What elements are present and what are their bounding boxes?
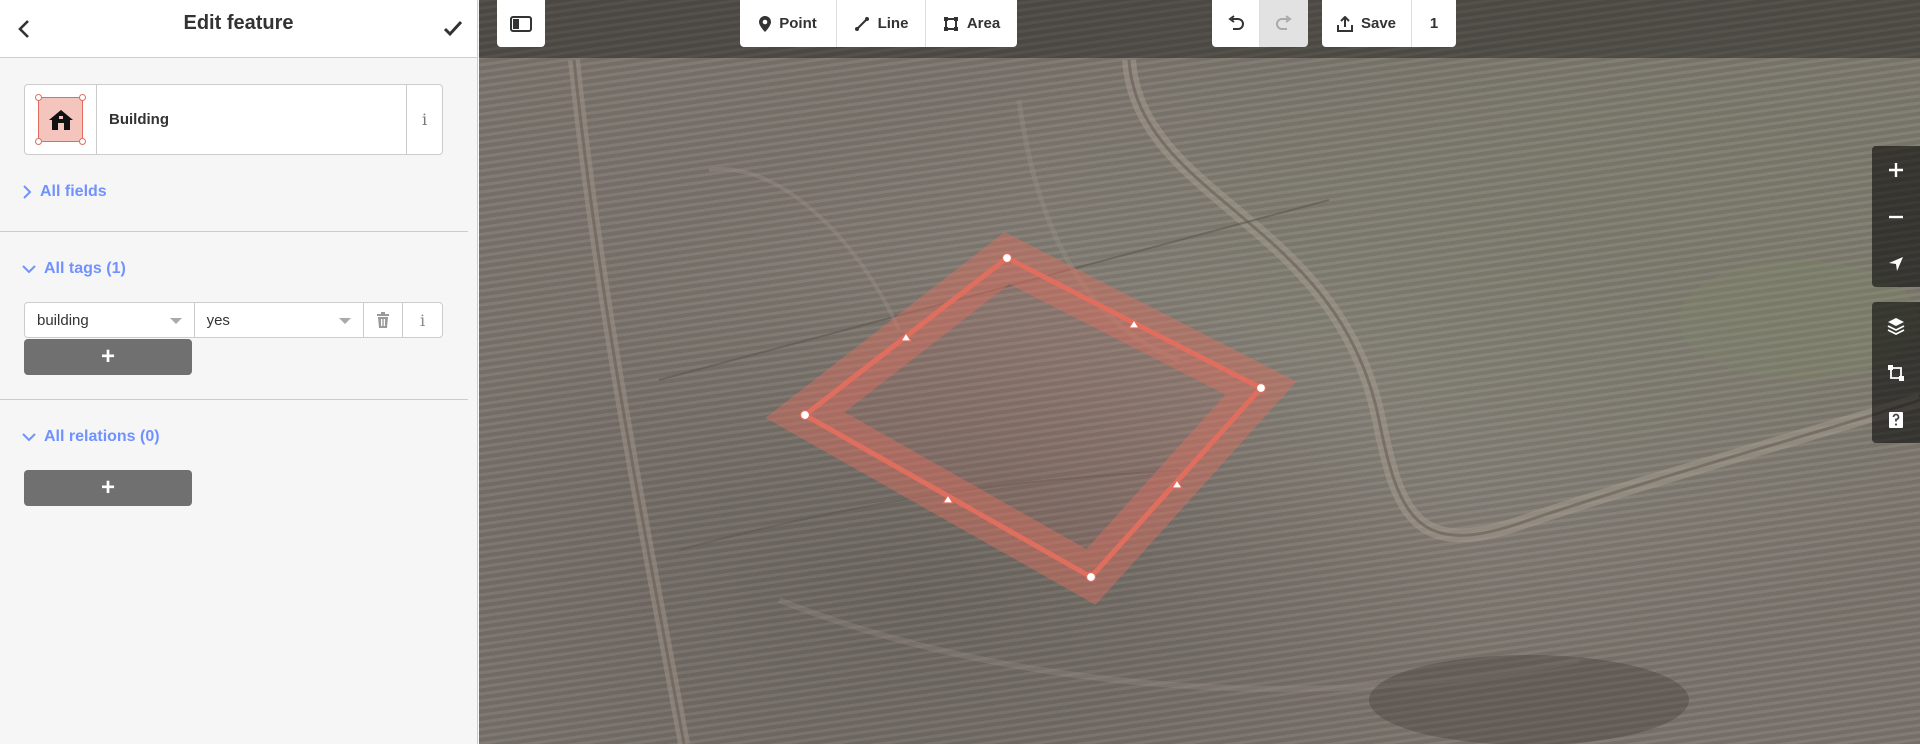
- tag-info-button[interactable]: i: [403, 303, 442, 337]
- zoom-out-button[interactable]: [1872, 193, 1920, 240]
- sidebar-toggle-icon: [510, 15, 532, 32]
- map-view[interactable]: Point Line Area Save 1: [479, 0, 1920, 744]
- preset-info-button[interactable]: i: [406, 85, 442, 154]
- undo-icon: [1227, 14, 1244, 30]
- tag-key-text: building: [37, 311, 89, 329]
- point-label: Point: [779, 15, 817, 32]
- map-data-icon: [1888, 364, 1904, 381]
- help-button[interactable]: [1872, 396, 1920, 443]
- chevron-down-icon: [22, 265, 36, 274]
- all-tags-toggle[interactable]: All tags (1): [22, 260, 126, 278]
- chevron-down-icon: [22, 433, 36, 442]
- add-relation-button[interactable]: +: [24, 470, 192, 506]
- add-tag-button[interactable]: +: [24, 339, 192, 375]
- location-arrow-icon: [1889, 256, 1903, 271]
- save-group: Save 1: [1322, 0, 1456, 47]
- map-data-button[interactable]: [1872, 349, 1920, 396]
- sidebar-header: Edit feature: [0, 0, 477, 58]
- help-icon: [1889, 411, 1903, 428]
- sidebar: Edit feature Building i All fields All t…: [0, 0, 478, 744]
- all-fields-toggle[interactable]: All fields: [22, 183, 107, 201]
- tag-value-text: yes: [206, 311, 230, 329]
- divider: [0, 231, 468, 232]
- add-feature-group: Point Line Area: [740, 0, 1017, 47]
- sidebar-toggle-button[interactable]: [497, 0, 545, 47]
- all-relations-toggle[interactable]: All relations (0): [22, 428, 160, 446]
- info-icon: i: [419, 310, 426, 330]
- done-button[interactable]: [429, 0, 477, 58]
- save-button[interactable]: Save: [1322, 0, 1412, 47]
- tag-row: building yes i: [24, 302, 443, 338]
- building-icon: [35, 94, 86, 145]
- dropdown-caret-icon: [339, 318, 352, 324]
- plus-icon: [1889, 162, 1903, 177]
- all-tags-label: All tags (1): [44, 260, 126, 277]
- zoom-in-button[interactable]: [1872, 146, 1920, 193]
- preset-name: Building: [109, 111, 169, 128]
- history-group: [1212, 0, 1308, 47]
- save-label: Save: [1360, 15, 1397, 32]
- line-icon: [854, 16, 869, 31]
- page-title: Edit feature: [183, 12, 294, 34]
- dropdown-caret-icon: [169, 318, 182, 324]
- divider: [0, 399, 468, 400]
- area-label: Area: [966, 15, 1001, 32]
- area-icon: [943, 16, 958, 31]
- trash-icon: [377, 312, 390, 328]
- preset-selector[interactable]: Building i: [24, 84, 443, 155]
- geolocate-button[interactable]: [1872, 240, 1920, 287]
- map-imagery: [568, 59, 1920, 744]
- upload-icon: [1336, 15, 1353, 32]
- layers-icon: [1887, 317, 1905, 335]
- add-area-button[interactable]: Area: [926, 0, 1017, 47]
- background-layers-button[interactable]: [1872, 302, 1920, 349]
- add-point-button[interactable]: Point: [740, 0, 837, 47]
- minus-icon: [1889, 215, 1903, 218]
- redo-icon: [1276, 14, 1292, 30]
- map-controls-zoom: [1872, 146, 1920, 287]
- all-relations-label: All relations (0): [44, 428, 160, 445]
- delete-tag-button[interactable]: [364, 303, 404, 337]
- check-icon: [443, 20, 463, 37]
- tag-key-field[interactable]: building: [25, 303, 195, 337]
- map-pin-icon: [759, 15, 772, 32]
- all-fields-label: All fields: [40, 183, 107, 200]
- edit-count-badge: 1: [1412, 0, 1456, 47]
- add-line-button[interactable]: Line: [837, 0, 926, 47]
- map-controls-panels: [1872, 302, 1920, 443]
- redo-button[interactable]: [1260, 0, 1308, 47]
- chevron-right-icon: [23, 185, 32, 199]
- undo-button[interactable]: [1212, 0, 1260, 47]
- top-toolbar: [479, 0, 1920, 58]
- preset-icon-container: [25, 85, 97, 154]
- tag-value-field[interactable]: yes: [195, 303, 365, 337]
- line-label: Line: [877, 15, 909, 32]
